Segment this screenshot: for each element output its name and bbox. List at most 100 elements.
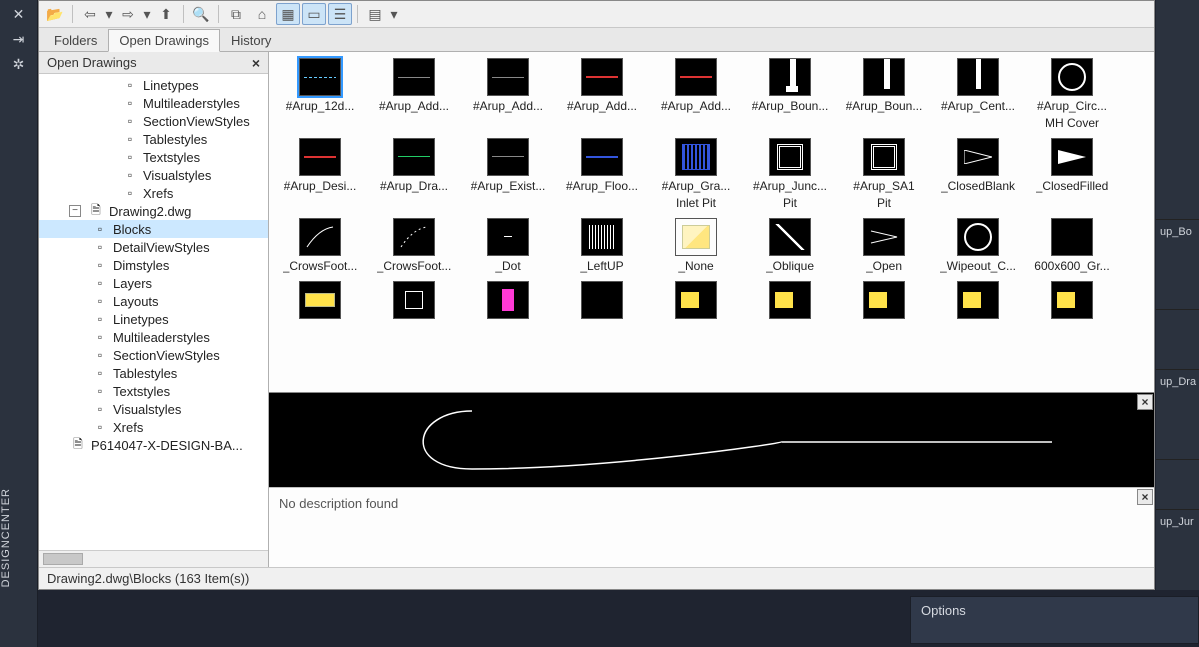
tree-scroll[interactable]: ▫Linetypes▫Multileaderstyles▫SectionView… — [39, 74, 268, 550]
tree-node-icon: ▫ — [121, 167, 139, 183]
tab-open-drawings[interactable]: Open Drawings — [108, 29, 220, 52]
block-thumbnail[interactable] — [1031, 281, 1113, 319]
tree-item-label: Textstyles — [143, 150, 200, 165]
block-thumbnail[interactable] — [843, 281, 925, 319]
tree-item[interactable]: ▫Linetypes — [39, 310, 268, 328]
tree-item[interactable]: ▫Multileaderstyles — [39, 328, 268, 346]
tree-toggle-icon[interactable]: ▦ — [276, 3, 300, 25]
block-thumbnail[interactable]: #Arup_Dra... — [373, 138, 455, 210]
block-thumbnail[interactable]: #Arup_12d... — [279, 58, 361, 130]
back-icon[interactable]: ⇦ — [78, 3, 102, 25]
tree-node-icon: ▫ — [91, 383, 109, 399]
tree-item[interactable]: ▫Xrefs — [39, 418, 268, 436]
tree-item[interactable]: ▫SectionViewStyles — [39, 346, 268, 364]
forward-icon[interactable]: ⇨ — [116, 3, 140, 25]
thumbnail-image — [957, 281, 999, 319]
tree-item[interactable]: ▫Textstyles — [39, 148, 268, 166]
block-thumbnail[interactable]: #Arup_SA1Pit — [843, 138, 925, 210]
tab-history[interactable]: History — [220, 29, 282, 51]
close-icon[interactable]: ✕ — [13, 6, 25, 23]
block-thumbnail[interactable] — [279, 281, 361, 319]
tree-close-icon[interactable]: × — [248, 55, 264, 71]
block-thumbnail[interactable]: _None — [655, 218, 737, 274]
forward-dropdown-icon[interactable]: ▾ — [142, 3, 152, 25]
block-thumbnail[interactable]: _ClosedBlank — [937, 138, 1019, 210]
block-thumbnail[interactable] — [937, 281, 1019, 319]
tree-item[interactable]: ▫Visualstyles — [39, 166, 268, 184]
thumbnail-image — [487, 138, 529, 176]
block-thumbnail[interactable]: #Arup_Junc...Pit — [749, 138, 831, 210]
tree-item[interactable]: ▫Linetypes — [39, 76, 268, 94]
tree-item[interactable]: ▫SectionViewStyles — [39, 112, 268, 130]
thumbnail-sublabel: Pit — [877, 196, 891, 210]
tree-item[interactable]: −🗎Drawing2.dwg — [39, 202, 268, 220]
view-dropdown-icon[interactable]: ▾ — [389, 3, 399, 25]
thumbnail-image — [675, 281, 717, 319]
block-thumbnail[interactable]: _ClosedFilled — [1031, 138, 1113, 210]
tree-item-label: SectionViewStyles — [113, 348, 220, 363]
tree-item[interactable]: ▫Tablestyles — [39, 364, 268, 382]
collapse-icon[interactable]: ⇥ — [13, 31, 25, 48]
tree-item[interactable]: ▫Tablestyles — [39, 130, 268, 148]
favorites-icon[interactable]: ⧉ — [224, 3, 248, 25]
block-thumbnail[interactable]: #Arup_Boun... — [749, 58, 831, 130]
block-thumbnail[interactable]: #Arup_Floo... — [561, 138, 643, 210]
tab-folders[interactable]: Folders — [43, 29, 108, 51]
block-thumbnail[interactable]: #Arup_Cent... — [937, 58, 1019, 130]
block-thumbnail[interactable] — [467, 281, 549, 319]
block-thumbnail[interactable]: #Arup_Exist... — [467, 138, 549, 210]
search-icon[interactable]: 🔍 — [189, 3, 213, 25]
block-thumbnail[interactable]: #Arup_Boun... — [843, 58, 925, 130]
tree-node-icon: ▫ — [91, 239, 109, 255]
tree-hscroll[interactable] — [39, 550, 268, 567]
tree-item[interactable]: ▫Dimstyles — [39, 256, 268, 274]
gear-icon[interactable]: ✲ — [13, 56, 25, 73]
open-folder-icon[interactable]: 📂 — [43, 3, 67, 25]
block-thumbnail[interactable]: #Arup_Add... — [655, 58, 737, 130]
block-thumbnail[interactable]: _CrowsFoot... — [279, 218, 361, 274]
block-thumbnail[interactable]: _LeftUP — [561, 218, 643, 274]
tree-item[interactable]: ▫Xrefs — [39, 184, 268, 202]
block-thumbnail[interactable] — [749, 281, 831, 319]
description-close-icon[interactable]: × — [1137, 489, 1153, 505]
thumbnail-image — [393, 281, 435, 319]
block-thumbnail[interactable]: _CrowsFoot... — [373, 218, 455, 274]
preview-toggle-icon[interactable]: ▭ — [302, 3, 326, 25]
tree-item[interactable]: ▫Layouts — [39, 292, 268, 310]
block-thumbnail[interactable] — [655, 281, 737, 319]
home-icon[interactable]: ⌂ — [250, 3, 274, 25]
block-thumbnail[interactable]: #Arup_Add... — [467, 58, 549, 130]
block-thumbnail[interactable] — [373, 281, 455, 319]
thumbnail-image — [487, 58, 529, 96]
block-thumbnail[interactable]: #Arup_Circ...MH Cover — [1031, 58, 1113, 130]
block-thumbnail[interactable] — [561, 281, 643, 319]
tree-item[interactable]: ▫Blocks — [39, 220, 268, 238]
tree-item[interactable]: ▫Multileaderstyles — [39, 94, 268, 112]
thumbnail-label: #Arup_Boun... — [752, 100, 829, 114]
thumbnail-image — [675, 138, 717, 176]
preview-close-icon[interactable]: × — [1137, 394, 1153, 410]
block-thumbnail[interactable]: #Arup_Add... — [373, 58, 455, 130]
up-icon[interactable]: ⬆ — [154, 3, 178, 25]
tree-item[interactable]: ▫Visualstyles — [39, 400, 268, 418]
tree-item[interactable]: 🗎P614047-X-DESIGN-BA... — [39, 436, 268, 454]
tree-item[interactable]: ▫Layers — [39, 274, 268, 292]
description-panel: × No description found — [269, 487, 1154, 567]
block-thumbnail[interactable]: _Oblique — [749, 218, 831, 274]
block-thumbnail[interactable]: _Dot — [467, 218, 549, 274]
view-icon[interactable]: ▤ — [363, 3, 387, 25]
back-dropdown-icon[interactable]: ▾ — [104, 3, 114, 25]
block-thumbnail[interactable]: #Arup_Add... — [561, 58, 643, 130]
block-thumbnail[interactable]: _Wipeout_C... — [937, 218, 1019, 274]
expand-toggle-icon[interactable]: − — [69, 205, 81, 217]
tree-item[interactable]: ▫DetailViewStyles — [39, 238, 268, 256]
block-thumbnail[interactable]: #Arup_Gra...Inlet Pit — [655, 138, 737, 210]
block-thumbnail[interactable]: #Arup_Desi... — [279, 138, 361, 210]
block-thumbnail[interactable]: 600x600_Gr... — [1031, 218, 1113, 274]
grid-scroll[interactable]: #Arup_12d...#Arup_Add...#Arup_Add...#Aru… — [269, 52, 1154, 392]
thumbnail-image — [675, 218, 717, 256]
tree-item[interactable]: ▫Textstyles — [39, 382, 268, 400]
thumbnail-image — [957, 58, 999, 96]
block-thumbnail[interactable]: _Open — [843, 218, 925, 274]
description-toggle-icon[interactable]: ☰ — [328, 3, 352, 25]
